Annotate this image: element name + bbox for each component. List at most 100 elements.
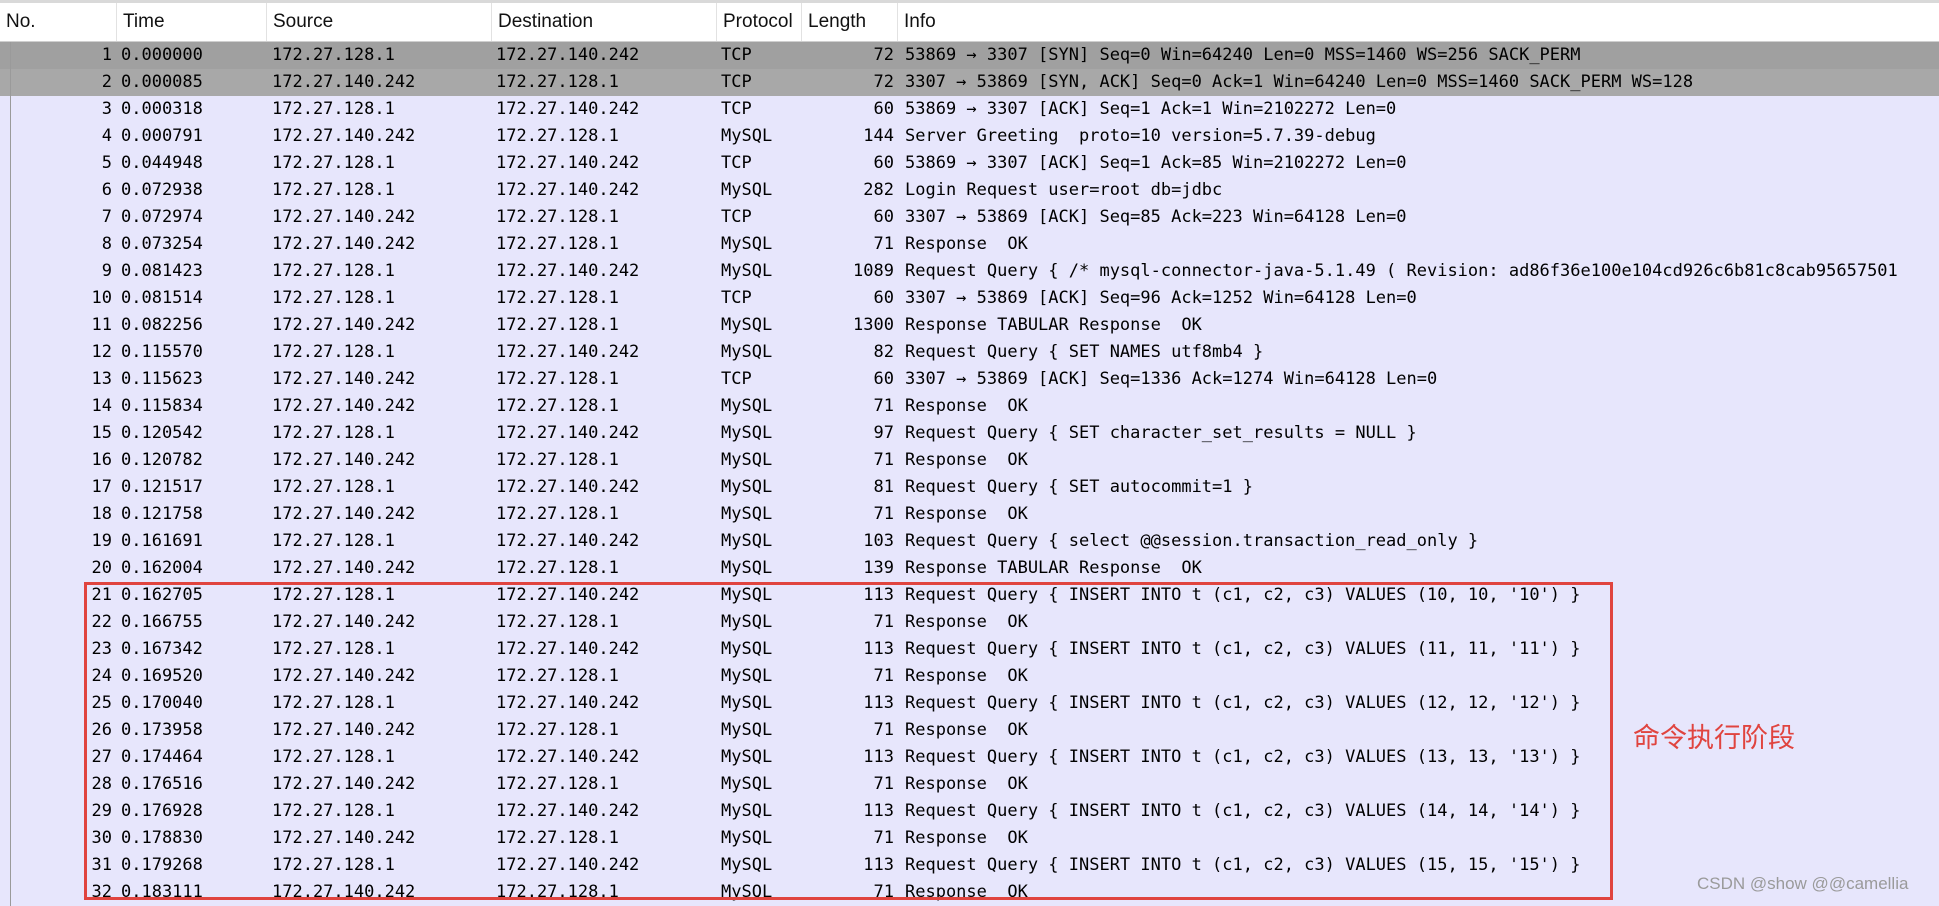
packet-source: 172.27.140.242 [272, 612, 416, 632]
packet-row[interactable]: 19 0.161691 172.27.128.1 172.27.140.242 MySQ… [0, 528, 1939, 555]
packet-protocol: MySQL [721, 693, 773, 713]
packet-info: 53869 → 3307 [SYN] Seq=0 Win=64240 Len=0… [905, 45, 1581, 65]
packet-info: Response OK [905, 828, 1028, 848]
packet-no: 21 [91, 585, 112, 605]
packet-row[interactable]: 23 0.167342 172.27.128.1 172.27.140.242 MySQ… [0, 636, 1939, 663]
column-header-no[interactable]: No. [0, 3, 117, 41]
packet-no: 15 [91, 423, 112, 443]
packet-row[interactable]: 4 0.000791 172.27.140.242 172.27.128.1 MySQL… [0, 123, 1939, 150]
packet-time: 0.173958 [121, 720, 203, 740]
packet-info: Request Query { SET autocommit=1 } [905, 477, 1253, 497]
packet-no: 3 [101, 99, 112, 119]
packet-row[interactable]: 13 0.115623 172.27.140.242 172.27.128.1 TCP 6… [0, 366, 1939, 393]
packet-destination: 172.27.128.1 [496, 369, 619, 389]
packet-length: 97 [873, 423, 894, 443]
packet-row[interactable]: 18 0.121758 172.27.140.242 172.27.128.1 MySQ… [0, 501, 1939, 528]
packet-row[interactable]: 6 0.072938 172.27.128.1 172.27.140.242 MySQL… [0, 177, 1939, 204]
packet-destination: 172.27.140.242 [496, 45, 640, 65]
packet-time: 0.161691 [121, 531, 203, 551]
packet-no: 14 [91, 396, 112, 416]
packet-info: Login Request user=root db=jdbc [905, 180, 1223, 200]
packet-row[interactable]: 7 0.072974 172.27.140.242 172.27.128.1 TCP 60… [0, 204, 1939, 231]
packet-source: 172.27.140.242 [272, 450, 416, 470]
packet-source: 172.27.128.1 [272, 342, 395, 362]
packet-time: 0.176928 [121, 801, 203, 821]
packet-time: 0.162705 [121, 585, 203, 605]
packet-row[interactable]: 25 0.170040 172.27.128.1 172.27.140.242 MySQ… [0, 690, 1939, 717]
packet-no: 23 [91, 639, 112, 659]
packet-source: 172.27.128.1 [272, 531, 395, 551]
packet-row[interactable]: 2 0.000085 172.27.140.242 172.27.128.1 TCP 72… [0, 69, 1939, 96]
packet-row[interactable]: 9 0.081423 172.27.128.1 172.27.140.242 MySQL… [0, 258, 1939, 285]
packet-time: 0.081423 [121, 261, 203, 281]
packet-row[interactable]: 28 0.176516 172.27.140.242 172.27.128.1 MySQ… [0, 771, 1939, 798]
packet-row[interactable]: 11 0.082256 172.27.140.242 172.27.128.1 MySQ… [0, 312, 1939, 339]
packet-source: 172.27.128.1 [272, 639, 395, 659]
packet-row[interactable]: 32 0.183111 172.27.140.242 172.27.128.1 MySQ… [0, 879, 1939, 906]
packet-row[interactable]: 5 0.044948 172.27.128.1 172.27.140.242 TCP 60… [0, 150, 1939, 177]
packet-row[interactable]: 1 0.000000 172.27.128.1 172.27.140.242 TCP 72… [0, 42, 1939, 69]
packet-protocol: MySQL [721, 234, 773, 254]
packet-source: 172.27.140.242 [272, 882, 416, 902]
column-header-info[interactable]: Info [898, 3, 1939, 41]
packet-row[interactable]: 21 0.162705 172.27.128.1 172.27.140.242 MySQ… [0, 582, 1939, 609]
column-header-protocol[interactable]: Protocol [717, 3, 802, 41]
packet-info: 3307 → 53869 [ACK] Seq=1336 Ack=1274 Win… [905, 369, 1438, 389]
packet-protocol: MySQL [721, 315, 773, 335]
packet-row[interactable]: 12 0.115570 172.27.128.1 172.27.140.242 MySQ… [0, 339, 1939, 366]
packet-protocol: MySQL [721, 747, 773, 767]
packet-length: 71 [873, 828, 894, 848]
column-header-destination[interactable]: Destination [492, 3, 717, 41]
packet-row[interactable]: 10 0.081514 172.27.128.1 172.27.128.1 TCP 60 3… [0, 285, 1939, 312]
packet-source: 172.27.128.1 [272, 585, 395, 605]
column-header-time[interactable]: Time [117, 3, 267, 41]
packet-source: 172.27.128.1 [272, 261, 395, 281]
packet-row[interactable]: 30 0.178830 172.27.140.242 172.27.128.1 MySQ… [0, 825, 1939, 852]
packet-source: 172.27.140.242 [272, 558, 416, 578]
packet-protocol: MySQL [721, 828, 773, 848]
packet-source: 172.27.140.242 [272, 72, 416, 92]
packet-source: 172.27.128.1 [272, 45, 395, 65]
packet-length: 72 [873, 72, 894, 92]
packet-length: 71 [873, 720, 894, 740]
packet-row[interactable]: 15 0.120542 172.27.128.1 172.27.140.242 MySQ… [0, 420, 1939, 447]
packet-row[interactable]: 24 0.169520 172.27.140.242 172.27.128.1 MySQ… [0, 663, 1939, 690]
packet-length: 113 [863, 801, 894, 821]
packet-row[interactable]: 31 0.179268 172.27.128.1 172.27.140.242 MySQ… [0, 852, 1939, 879]
packet-list-header: No. Time Source Destination Protocol Len… [0, 0, 1939, 42]
packet-row[interactable]: 17 0.121517 172.27.128.1 172.27.140.242 MySQ… [0, 474, 1939, 501]
packet-source: 172.27.128.1 [272, 288, 395, 308]
packet-source: 172.27.140.242 [272, 315, 416, 335]
packet-info: Response OK [905, 612, 1028, 632]
packet-row[interactable]: 8 0.073254 172.27.140.242 172.27.128.1 MySQL… [0, 231, 1939, 258]
packet-length: 103 [863, 531, 894, 551]
packet-length: 1300 [853, 315, 894, 335]
packet-no: 11 [91, 315, 112, 335]
packet-time: 0.178830 [121, 828, 203, 848]
packet-protocol: MySQL [721, 882, 773, 902]
packet-row[interactable]: 16 0.120782 172.27.140.242 172.27.128.1 MySQ… [0, 447, 1939, 474]
packet-time: 0.162004 [121, 558, 203, 578]
packet-info: Response OK [905, 774, 1028, 794]
packet-destination: 172.27.128.1 [496, 558, 619, 578]
packet-protocol: TCP [721, 45, 752, 65]
packet-row[interactable]: 3 0.000318 172.27.128.1 172.27.140.242 TCP 60… [0, 96, 1939, 123]
packet-protocol: MySQL [721, 855, 773, 875]
packet-length: 113 [863, 855, 894, 875]
packet-time: 0.000318 [121, 99, 203, 119]
packet-info: Request Query { SET NAMES utf8mb4 } [905, 342, 1264, 362]
packet-row[interactable]: 29 0.176928 172.27.128.1 172.27.140.242 MySQ… [0, 798, 1939, 825]
packet-row[interactable]: 22 0.166755 172.27.140.242 172.27.128.1 MySQ… [0, 609, 1939, 636]
packet-length: 139 [863, 558, 894, 578]
packet-row[interactable]: 14 0.115834 172.27.140.242 172.27.128.1 MySQ… [0, 393, 1939, 420]
column-header-length[interactable]: Length [802, 3, 898, 41]
packet-destination: 172.27.140.242 [496, 855, 640, 875]
packet-protocol: MySQL [721, 558, 773, 578]
packet-length: 81 [873, 477, 894, 497]
packet-time: 0.170040 [121, 693, 203, 713]
packet-row[interactable]: 20 0.162004 172.27.140.242 172.27.128.1 MySQ… [0, 555, 1939, 582]
packet-no: 13 [91, 369, 112, 389]
column-header-source[interactable]: Source [267, 3, 492, 41]
packet-time: 0.044948 [121, 153, 203, 173]
packet-source: 172.27.128.1 [272, 99, 395, 119]
